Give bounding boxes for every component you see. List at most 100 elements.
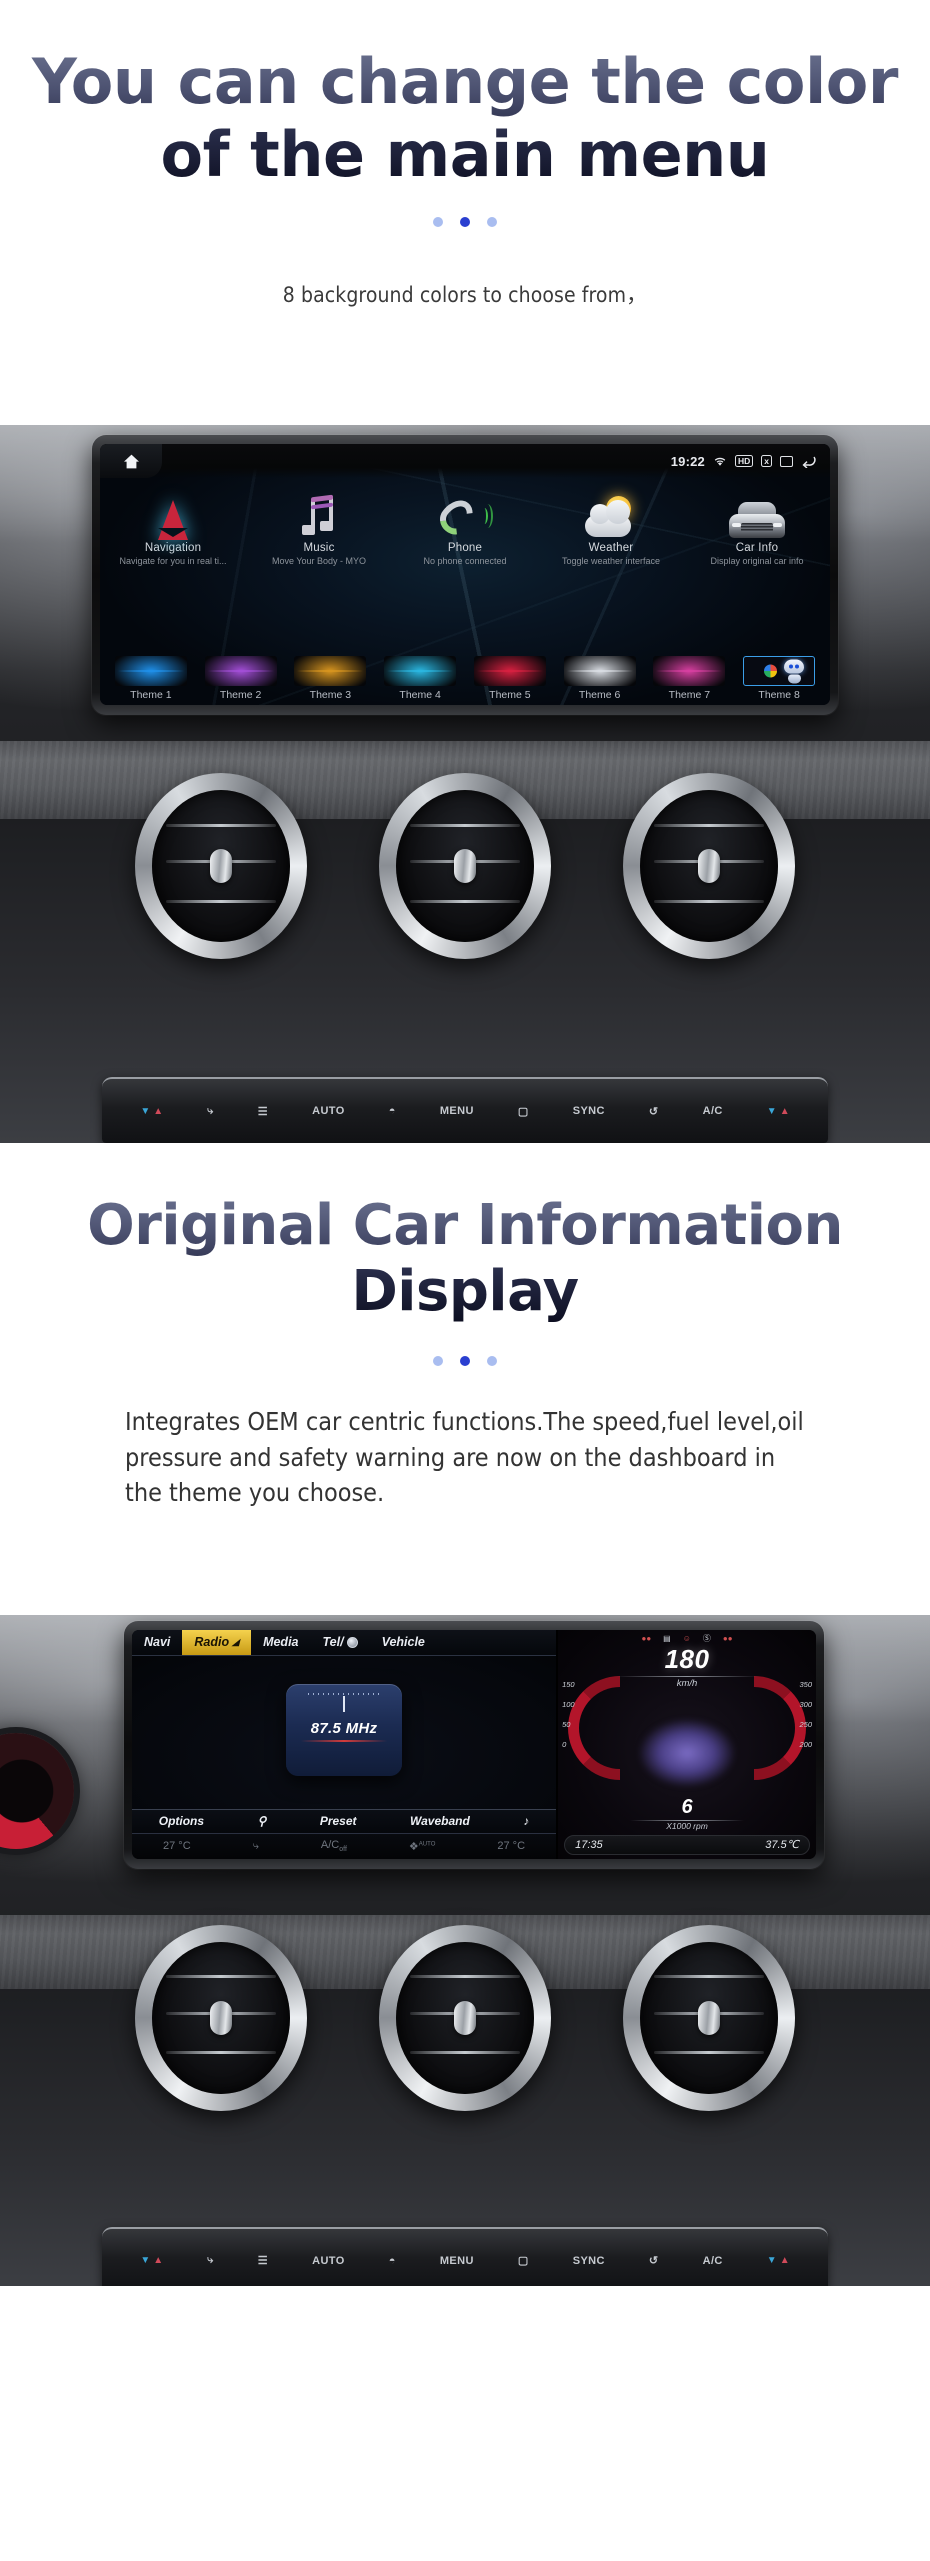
temp-down-up-left-icon[interactable]: ▼ ▲ xyxy=(140,2255,163,2266)
fan-off-icon[interactable]: ☰ xyxy=(258,1105,268,1118)
vent-knob[interactable] xyxy=(698,2000,720,2035)
vent-knob[interactable] xyxy=(454,2000,476,2035)
carousel-dot-3[interactable] xyxy=(487,217,497,228)
theme-option-6[interactable]: Theme 6 xyxy=(555,656,645,701)
app-label: Phone xyxy=(447,542,483,555)
defrost-max-icon[interactable]: ◓ xyxy=(389,1105,396,1117)
vent-knob[interactable] xyxy=(210,849,232,884)
app-phone[interactable]: Phone No phone connected xyxy=(392,482,538,566)
home-button[interactable] xyxy=(100,444,162,479)
speed-arc-left xyxy=(568,1675,621,1780)
speed-tick: 150 xyxy=(562,1679,575,1689)
radio-frequency-tile[interactable]: 87.5 MHz xyxy=(286,1684,403,1777)
vent-knob[interactable] xyxy=(698,849,720,884)
theme-swatch[interactable] xyxy=(384,656,457,687)
theme-swatch[interactable] xyxy=(473,656,546,687)
airflow-icon[interactable]: ⤷ xyxy=(253,1840,259,1853)
auto-button[interactable]: AUTO xyxy=(312,2255,345,2267)
theme-option-5[interactable]: Theme 5 xyxy=(465,656,555,701)
airflow-icon[interactable]: ⤷ xyxy=(207,2254,214,2267)
air-vent-right[interactable] xyxy=(623,1924,795,2111)
theme-swatch[interactable] xyxy=(294,656,367,687)
temp-down-up-right-icon[interactable]: ▼ ▲ xyxy=(767,1106,790,1117)
theme-option-8-selected[interactable]: Theme 8 xyxy=(734,656,824,701)
app-car-info[interactable]: Car Info Display original car info xyxy=(684,482,830,566)
climate-console-1: ▼ ▲ ⤷ ☰ AUTO ◓ MENU ▢ SYNC ↺ A/C ▼ ▲ xyxy=(0,1077,930,1144)
theme-option-3[interactable]: Theme 3 xyxy=(286,656,376,701)
head-unit-1: 19:22 HD x Navigation Navigate for you i… xyxy=(92,435,838,716)
recirculate-icon[interactable]: ↺ xyxy=(649,1105,659,1118)
theme-swatch[interactable] xyxy=(563,656,636,687)
sync-button[interactable]: SYNC xyxy=(573,2255,605,2267)
theme-option-4[interactable]: Theme 4 xyxy=(375,656,465,701)
app-weather[interactable]: Weather Toggle weather interface xyxy=(538,482,684,566)
options-button[interactable]: Options xyxy=(159,1814,204,1828)
ac-button[interactable]: A/C xyxy=(703,1105,723,1117)
back-arrow-icon[interactable] xyxy=(801,455,816,468)
air-vent-right[interactable] xyxy=(623,773,795,960)
rear-defrost-max-icon[interactable]: ▢ xyxy=(518,2254,529,2267)
temp-down-up-right-icon[interactable]: ▼ ▲ xyxy=(767,2255,790,2266)
app-navigation[interactable]: Navigation Navigate for you in real ti..… xyxy=(100,482,246,566)
waveband-button[interactable]: Waveband xyxy=(410,1814,470,1828)
fan-off-icon[interactable]: ☰ xyxy=(258,2254,268,2267)
defrost-max-icon[interactable]: ◓ xyxy=(389,2255,396,2267)
theme-swatch-selected[interactable] xyxy=(743,656,816,687)
vent-knob[interactable] xyxy=(210,2000,232,2035)
phone-handset-icon xyxy=(434,482,493,541)
fan-auto-icon[interactable]: ❖AUTO xyxy=(409,1840,435,1853)
search-icon[interactable]: ⚲ xyxy=(258,1814,267,1828)
recirculate-icon[interactable]: ↺ xyxy=(649,2254,659,2267)
head-unit-screen-1[interactable]: 19:22 HD x Navigation Navigate for you i… xyxy=(100,444,830,706)
menu-button[interactable]: MENU xyxy=(440,2255,474,2267)
carousel-dots-2[interactable] xyxy=(0,1356,930,1367)
vent-knob[interactable] xyxy=(454,849,476,884)
audio-note-icon[interactable]: ♪ xyxy=(523,1814,529,1828)
tab-telephone[interactable]: Tel/ xyxy=(311,1630,370,1655)
ac-button[interactable]: A/C xyxy=(703,2255,723,2267)
app-music[interactable]: Music Move Your Body - MYO xyxy=(246,482,392,566)
air-vent-left[interactable] xyxy=(135,773,307,960)
speed-ticks-right: 350 300 250 200 xyxy=(799,1680,812,1749)
air-vent-left[interactable] xyxy=(135,1924,307,2111)
theme-option-7[interactable]: Theme 7 xyxy=(645,656,735,701)
app-label: Navigation xyxy=(144,542,202,555)
theme-option-2[interactable]: Theme 2 xyxy=(196,656,286,701)
carousel-dot-2-active[interactable] xyxy=(460,217,470,228)
warning-right-icon: ●● xyxy=(722,1633,733,1643)
theme-swatch[interactable] xyxy=(653,656,726,687)
recent-apps-icon[interactable] xyxy=(780,455,793,467)
head-unit-screen-2[interactable]: Navi Radio ◢ Media Tel/ Vehicle 87.5 MHz… xyxy=(132,1629,816,1859)
comand-tab-bar: Navi Radio ◢ Media Tel/ Vehicle xyxy=(132,1629,557,1656)
carousel-dots-1[interactable] xyxy=(0,217,930,228)
cluster-temperature: 37.5℃ xyxy=(765,1839,799,1852)
ac-status[interactable]: A/Coff xyxy=(321,1839,347,1853)
rear-defrost-max-icon[interactable]: ▢ xyxy=(518,1105,529,1118)
theme-swatch[interactable] xyxy=(114,656,187,687)
home-icon xyxy=(123,454,139,468)
theme-swatch[interactable] xyxy=(204,656,277,687)
rpm-unit: X1000 rpm xyxy=(666,1820,708,1831)
sync-button[interactable]: SYNC xyxy=(573,1105,605,1117)
tab-radio-active[interactable]: Radio ◢ xyxy=(182,1629,252,1655)
preset-button[interactable]: Preset xyxy=(320,1814,357,1828)
sun-cloud-icon xyxy=(585,482,637,540)
wifi-icon xyxy=(714,457,726,466)
auto-button[interactable]: AUTO xyxy=(312,1105,345,1117)
airflow-icon[interactable]: ⤷ xyxy=(207,1105,214,1118)
carousel-dot-3[interactable] xyxy=(487,1356,497,1367)
theme-option-1[interactable]: Theme 1 xyxy=(106,656,196,701)
page-title-1-line-1: You can change the color xyxy=(32,45,898,118)
carousel-dot-1[interactable] xyxy=(433,217,443,228)
carousel-dot-1[interactable] xyxy=(433,1356,443,1367)
tab-media[interactable]: Media xyxy=(251,1630,310,1655)
status-time: 19:22 xyxy=(670,453,705,469)
air-vent-center[interactable] xyxy=(379,1924,551,2111)
carousel-dot-2-active[interactable] xyxy=(460,1356,470,1367)
air-vent-center[interactable] xyxy=(379,773,551,960)
menu-button[interactable]: MENU xyxy=(440,1105,474,1117)
theme-label: Theme 1 xyxy=(130,689,172,702)
tab-vehicle[interactable]: Vehicle xyxy=(370,1630,437,1655)
tab-navi[interactable]: Navi xyxy=(132,1630,182,1655)
temp-down-up-left-icon[interactable]: ▼ ▲ xyxy=(140,1106,163,1117)
